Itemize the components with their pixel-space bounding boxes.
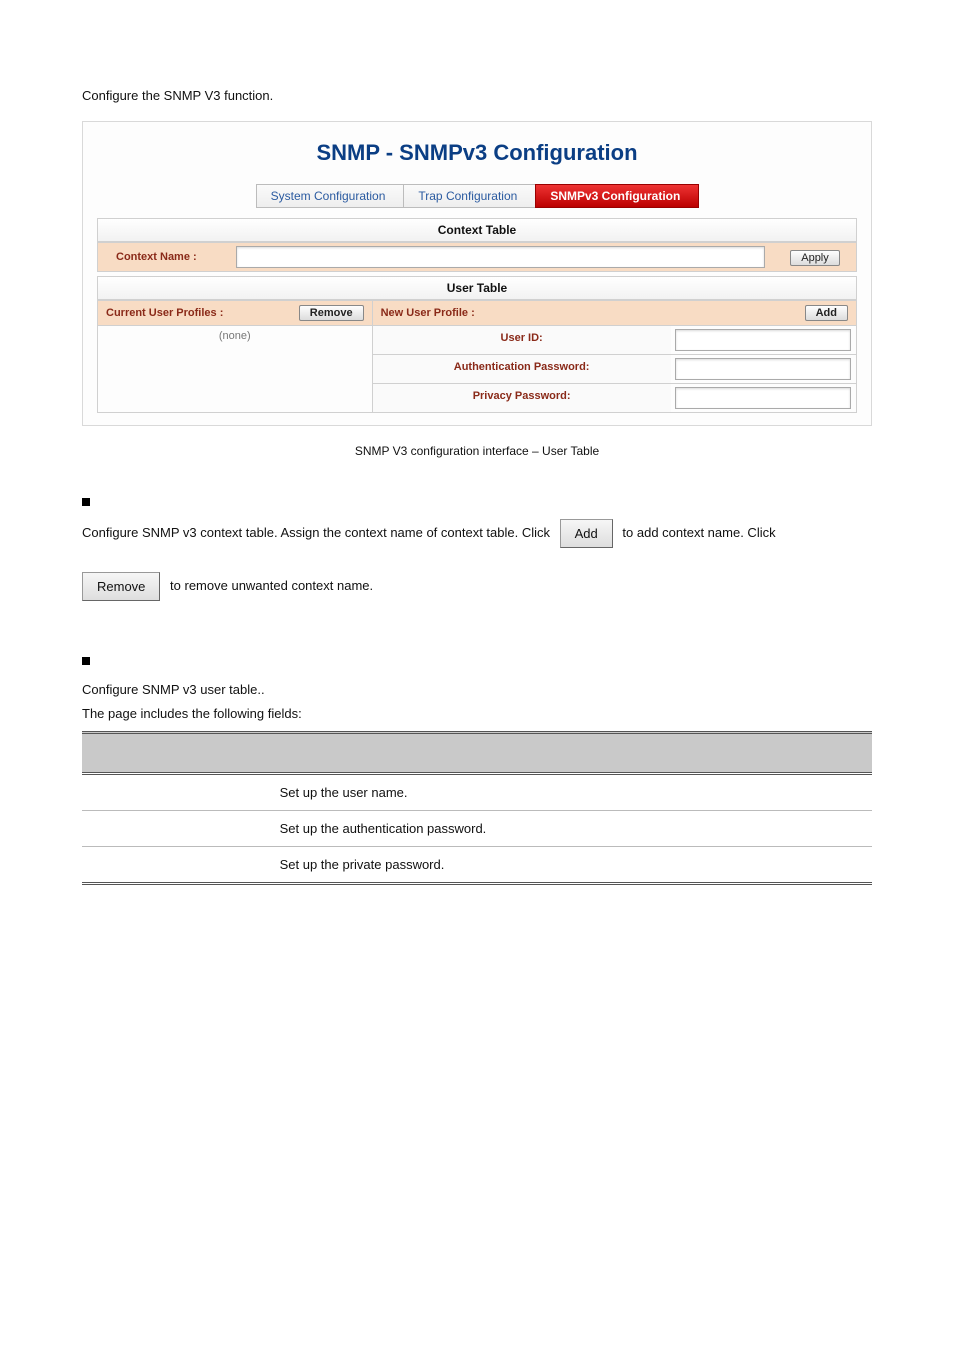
context-table-heading: Context Table xyxy=(97,218,857,242)
add-button[interactable]: Add xyxy=(805,305,848,321)
inline-add-button[interactable]: Add xyxy=(560,519,613,548)
cell-val: Set up the private password. xyxy=(272,846,872,883)
remove-button[interactable]: Remove xyxy=(299,305,364,321)
current-user-profiles-label: Current User Profiles : xyxy=(106,307,223,319)
ctx-text-1: Configure SNMP v3 context table. Assign … xyxy=(82,525,550,540)
user-table-paragraph-2: The page includes the following fields: xyxy=(82,702,872,725)
user-table-heading: User Table xyxy=(97,276,857,300)
context-row: Context Name : Apply xyxy=(97,242,857,272)
cell-key xyxy=(82,810,272,846)
new-user-profile-column: New User Profile : Add User ID: Authenti… xyxy=(373,300,857,413)
bullet-icon xyxy=(82,657,90,665)
user-table-paragraph-1: Configure SNMP v3 user table.. xyxy=(82,678,872,701)
cell-key xyxy=(82,773,272,810)
tab-bar: System Configuration Trap Configuration … xyxy=(97,184,857,208)
auth-password-label: Authentication Password: xyxy=(373,355,671,383)
auth-password-input[interactable] xyxy=(675,358,851,380)
apply-button[interactable]: Apply xyxy=(790,250,840,266)
fields-table: Set up the user name. Set up the authent… xyxy=(82,731,872,885)
ctx-text-2: to add context name. Click xyxy=(622,525,775,540)
figure-caption: SNMP V3 configuration interface – User T… xyxy=(82,444,872,458)
tab-system-configuration[interactable]: System Configuration xyxy=(256,184,405,208)
user-table: Current User Profiles : Remove (none) Ne… xyxy=(97,300,857,413)
panel-title: SNMP - SNMPv3 Configuration xyxy=(97,140,857,166)
bullet-icon xyxy=(82,498,90,506)
fields-table-head-val xyxy=(272,732,872,773)
tab-snmpv3-configuration[interactable]: SNMPv3 Configuration xyxy=(535,184,699,208)
cell-key xyxy=(82,846,272,883)
current-user-profiles-list: (none) xyxy=(98,325,372,358)
new-user-profile-label: New User Profile : xyxy=(381,307,475,319)
screenshot-panel: SNMP - SNMPv3 Configuration System Confi… xyxy=(82,121,872,426)
context-paragraph: Configure SNMP v3 context table. Assign … xyxy=(82,519,872,601)
table-row: Set up the user name. xyxy=(82,773,872,810)
fields-table-head-key xyxy=(82,732,272,773)
table-row: Set up the private password. xyxy=(82,846,872,883)
user-id-input[interactable] xyxy=(675,329,851,351)
current-user-profiles-column: Current User Profiles : Remove (none) xyxy=(97,300,373,413)
intro-text: Configure the SNMP V3 function. xyxy=(82,88,872,103)
ctx-text-3: to remove unwanted context name. xyxy=(170,578,373,593)
cell-val: Set up the user name. xyxy=(272,773,872,810)
tab-trap-configuration[interactable]: Trap Configuration xyxy=(403,184,536,208)
user-id-label: User ID: xyxy=(373,326,671,354)
cell-val: Set up the authentication password. xyxy=(272,810,872,846)
context-name-input[interactable] xyxy=(236,246,765,268)
privacy-password-input[interactable] xyxy=(675,387,851,409)
table-row: Set up the authentication password. xyxy=(82,810,872,846)
privacy-password-label: Privacy Password: xyxy=(373,384,671,412)
inline-remove-button[interactable]: Remove xyxy=(82,572,160,601)
context-name-label: Context Name : xyxy=(98,246,232,268)
